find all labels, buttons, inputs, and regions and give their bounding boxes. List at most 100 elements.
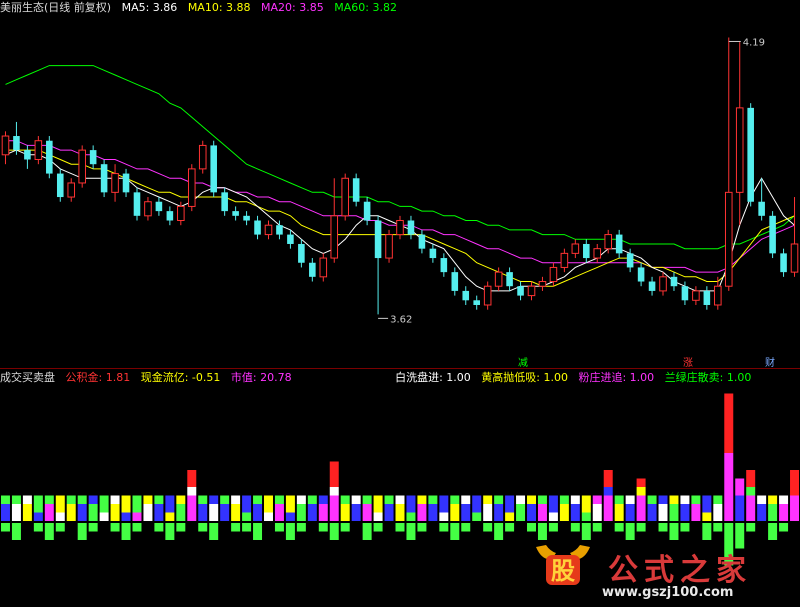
indicator-bar <box>274 495 284 504</box>
indicator-bar <box>417 495 427 504</box>
candle-body <box>648 281 656 291</box>
indicator-bar <box>209 495 219 504</box>
indicator-bar <box>220 504 230 521</box>
indicator-bar <box>154 504 164 521</box>
candle-body <box>724 191 733 287</box>
indicator-bar-neg <box>231 523 241 532</box>
indicator-bar <box>570 504 580 521</box>
candle-body <box>418 234 426 249</box>
candle-body <box>264 224 273 236</box>
indicator-bar <box>636 478 646 487</box>
indicator-bar-neg <box>439 523 449 532</box>
indicator-bar <box>450 504 460 521</box>
indicator-bar <box>570 495 580 504</box>
candle-body <box>517 286 524 296</box>
watermark: 股 公式之家 www.gszj100.com <box>532 539 782 603</box>
indicator-bar <box>505 495 515 513</box>
indicator-bar <box>242 512 252 521</box>
indicator-bar <box>264 495 273 513</box>
indicator-bar-neg <box>165 523 175 540</box>
indicator-bar <box>110 495 120 504</box>
indicator-bar-neg <box>537 523 547 540</box>
indicator-bar <box>0 504 10 521</box>
candle-body <box>451 272 459 291</box>
indicator-bar <box>428 495 438 504</box>
logo-char: 股 <box>551 557 575 585</box>
indicator-bar-neg <box>450 523 460 540</box>
indicator-bar <box>220 495 230 504</box>
indicator-bar <box>198 495 208 504</box>
candle-body <box>374 220 382 259</box>
indicator-bar <box>11 495 21 504</box>
candle-body <box>440 258 448 273</box>
indicator-bar-neg <box>669 523 679 540</box>
indicator-bar <box>603 470 613 487</box>
indicator-bar-neg <box>154 523 164 532</box>
indicator-bar <box>603 495 613 521</box>
indicator-bar-neg <box>121 523 131 540</box>
candle-body <box>714 285 722 306</box>
indicator-bar <box>647 495 657 504</box>
signal-mark: 涨 <box>683 357 693 369</box>
indicator-bar <box>724 393 734 453</box>
indicator-bar <box>691 495 701 504</box>
indicator-bar <box>724 453 734 521</box>
indicator-bar <box>483 495 493 504</box>
indicator-bar <box>242 495 252 513</box>
candle-body <box>187 168 196 207</box>
candle-body <box>615 234 623 254</box>
indicator-bar <box>44 495 54 504</box>
bull-logo-icon: 股 <box>536 545 590 585</box>
indicator-bar-neg <box>483 523 493 532</box>
candle-body <box>429 248 437 259</box>
candle-body <box>483 285 492 306</box>
indicator-bar-neg <box>110 523 120 532</box>
candle-body <box>571 243 580 254</box>
indicator-bar <box>351 504 361 521</box>
candle-body <box>243 215 250 221</box>
indicator-bar <box>559 504 569 521</box>
indicator-bar <box>362 495 372 504</box>
indicator-bar <box>187 495 197 521</box>
indicator-bar <box>66 504 76 521</box>
indicator-bar <box>516 495 526 504</box>
indicator-bar-neg <box>176 523 186 532</box>
indicator-bar <box>373 512 383 521</box>
watermark-title: 公式之家 <box>608 553 752 588</box>
candle-body <box>78 149 86 184</box>
indicator-bar <box>99 495 109 513</box>
indicator-bar <box>340 495 350 504</box>
indicator-bar <box>406 512 416 521</box>
indicator-bar <box>768 495 778 504</box>
indicator-bar <box>537 504 547 521</box>
indicator-bar <box>176 495 186 504</box>
indicator-bar <box>494 504 504 521</box>
stock-chart[interactable]: 4.19 3.62 减 涨 财 <box>0 0 800 607</box>
indicator-bar <box>636 495 646 521</box>
indicator-bar <box>713 495 723 504</box>
indicator-bar-neg <box>625 523 635 540</box>
indicator-bar <box>669 495 679 504</box>
candle-body <box>13 136 20 151</box>
indicator-bar <box>88 495 98 504</box>
indicator-bar <box>55 512 65 521</box>
indicator-bar <box>592 495 602 504</box>
indicator-bar <box>790 470 800 496</box>
indicator-bar <box>658 495 668 504</box>
candle-body <box>155 201 163 212</box>
indicator-bar <box>461 495 471 504</box>
candle-body <box>637 267 645 282</box>
indicator-bar <box>537 495 547 504</box>
indicator-bar <box>231 495 241 504</box>
indicator-bar-neg <box>417 523 427 532</box>
indicator-bar <box>735 495 745 521</box>
indicator-bar <box>669 504 679 521</box>
indicator-bar-neg <box>11 523 21 540</box>
indicator-bar-neg <box>77 523 87 540</box>
indicator-bar-neg <box>0 523 10 532</box>
indicator-bar <box>165 512 175 521</box>
indicator-bar <box>757 495 767 504</box>
indicator-bar-neg <box>505 523 515 532</box>
candle-body <box>407 220 415 235</box>
candle-body <box>527 285 536 297</box>
